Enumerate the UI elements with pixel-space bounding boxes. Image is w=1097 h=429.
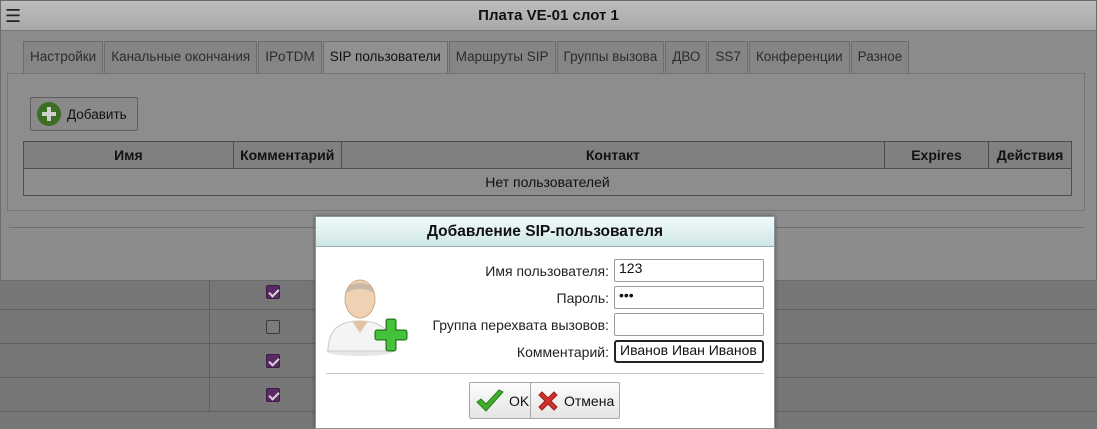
empty-table-message: Нет пользователей (23, 168, 1072, 196)
form-row-comment: Комментарий: Иванов Иван Иванов (416, 340, 766, 364)
form-row-pickup-group: Группа перехвата вызовов: (416, 313, 766, 337)
tab-sip-routes[interactable]: Маршруты SIP (448, 41, 556, 73)
column-header-expires[interactable]: Expires (884, 141, 989, 169)
tab-sip-users[interactable]: SIP пользователи (322, 41, 448, 73)
column-header-comment[interactable]: Комментарий (232, 141, 342, 169)
tab-ss7[interactable]: SS7 (708, 41, 748, 73)
row-checkbox[interactable] (266, 388, 280, 402)
comment-input[interactable]: Иванов Иван Иванов (614, 340, 764, 363)
window-title: Плата VE-01 слот 1 (478, 7, 619, 24)
sip-users-panel: Добавить Имя Комментарий Контакт Expires… (7, 73, 1085, 211)
password-label: Пароль: (556, 290, 609, 306)
users-table: Имя Комментарий Контакт Expires Действия… (23, 141, 1073, 196)
dialog-title: Добавление SIP-пользователя (316, 217, 774, 247)
pickup-group-label: Группа перехвата вызовов: (432, 317, 609, 333)
plus-circle-icon (37, 102, 61, 126)
row-checkbox[interactable] (266, 320, 280, 334)
add-sip-user-dialog: Добавление SIP-пользователя Имя пользова… (315, 216, 775, 429)
cross-icon (538, 390, 558, 411)
row-checkbox[interactable] (266, 354, 280, 368)
row-checkbox[interactable] (266, 285, 280, 299)
tab-settings[interactable]: Настройки (23, 41, 104, 73)
ok-button[interactable]: OK (469, 382, 536, 419)
column-header-name[interactable]: Имя (23, 141, 234, 169)
form-row-password: Пароль: ••• (416, 286, 766, 310)
tab-ipotdm[interactable]: IPoTDM (258, 41, 322, 73)
tab-conferences[interactable]: Конференции (748, 41, 850, 73)
add-user-icon (326, 279, 408, 356)
ok-button-label: OK (509, 392, 530, 409)
dialog-divider (326, 373, 764, 374)
cancel-button-label: Отмена (564, 392, 615, 409)
password-input[interactable]: ••• (614, 286, 764, 309)
checkmark-icon (476, 388, 504, 412)
column-header-actions: Действия (987, 141, 1073, 169)
add-button-label: Добавить (67, 106, 127, 122)
cancel-button[interactable]: Отмена (530, 382, 621, 419)
column-header-contact[interactable]: Контакт (340, 141, 886, 169)
tab-channel-endpoints[interactable]: Канальные окончания (104, 41, 258, 73)
tab-misc[interactable]: Разное (850, 41, 910, 73)
username-input[interactable]: 123 (614, 259, 764, 282)
form-row-username: Имя пользователя: 123 (416, 259, 766, 283)
add-button[interactable]: Добавить (30, 97, 138, 131)
tab-dvo[interactable]: ДВО (665, 41, 708, 73)
comment-label: Комментарий: (516, 344, 609, 360)
pickup-group-input[interactable] (614, 313, 764, 336)
tab-bar: Настройки Канальные окончания IPoTDM SIP… (23, 41, 910, 73)
tab-call-groups[interactable]: Группы вызова (556, 41, 665, 73)
window-title-bar: ☰ Плата VE-01 слот 1 (1, 1, 1096, 31)
username-label: Имя пользователя: (485, 263, 609, 279)
hamburger-icon[interactable]: ☰ (5, 1, 21, 31)
